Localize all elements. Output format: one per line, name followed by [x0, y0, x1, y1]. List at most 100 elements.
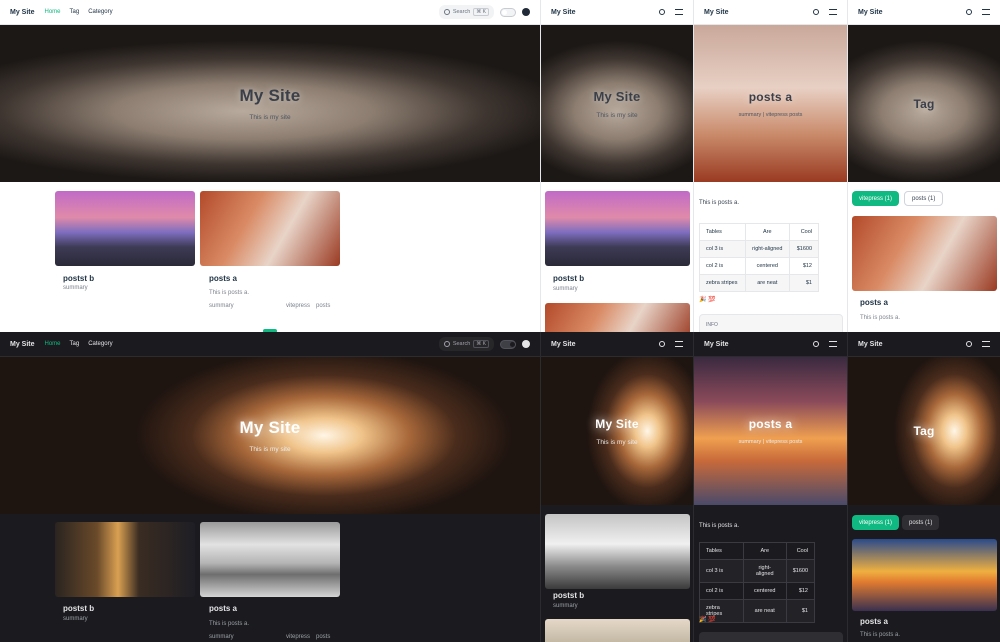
menu-icon[interactable] — [982, 8, 990, 16]
hero-banner: My Site This is my site — [0, 357, 540, 514]
post-b-thumbnail[interactable] — [545, 191, 690, 266]
post-a-thumbnail[interactable] — [200, 191, 340, 266]
search-shortcut: ⌘ K — [473, 340, 489, 348]
desktop-home-dark: My Site Home Tag Category Search ⌘ K My … — [0, 332, 540, 642]
post-a-tag-posts[interactable]: posts — [316, 303, 330, 309]
hero-banner: My Site This is my site — [541, 25, 693, 182]
table-header: Are — [742, 542, 787, 560]
table-row: col 2 is centered $12 — [699, 582, 816, 600]
post-a-thumbnail[interactable] — [545, 303, 690, 332]
top-nav: My Site — [848, 0, 1000, 25]
nav-category[interactable]: Category — [88, 341, 112, 347]
tag-title: Tag — [913, 424, 935, 438]
search-icon[interactable] — [659, 9, 665, 15]
tag-filter-posts[interactable]: posts (1) — [902, 515, 940, 530]
hero-subtitle: This is my site — [249, 114, 291, 121]
search-icon[interactable] — [813, 341, 819, 347]
post-meta: summary | vitepress posts — [738, 111, 803, 118]
post-b-thumbnail[interactable] — [55, 191, 195, 266]
post-a-title[interactable]: posts a — [860, 298, 888, 307]
theme-toggle[interactable] — [500, 7, 516, 17]
info-block — [699, 632, 843, 642]
nav-tag[interactable]: Tag — [70, 341, 80, 347]
post-b-summary: summary — [553, 603, 578, 609]
post-b-thumbnail[interactable] — [545, 514, 690, 589]
info-block: INFO — [699, 314, 843, 332]
post-a-tag-posts[interactable]: posts — [316, 634, 330, 640]
post-a-thumbnail[interactable] — [852, 539, 997, 611]
post-a-body: This is posts a. — [860, 315, 901, 321]
site-brand[interactable]: My Site — [704, 341, 729, 348]
post-b-title[interactable]: postst b — [63, 274, 94, 283]
post-a-tag-vitepress[interactable]: vitepress — [286, 303, 310, 309]
github-icon[interactable] — [522, 8, 530, 16]
post-b-title[interactable]: postst b — [553, 274, 584, 283]
nav-category[interactable]: Category — [88, 9, 112, 15]
post-b-title[interactable]: postst b — [553, 591, 584, 600]
site-brand[interactable]: My Site — [551, 341, 576, 348]
table-row: col 3 is right-aligned $1600 — [699, 559, 816, 583]
menu-icon[interactable] — [982, 340, 990, 348]
menu-icon[interactable] — [829, 8, 837, 16]
search-button[interactable]: Search ⌘ K — [438, 5, 494, 19]
theme-toggle[interactable] — [500, 339, 516, 349]
post-b-summary: summary — [63, 285, 88, 291]
post-a-tag-vitepress[interactable]: vitepress — [286, 634, 310, 640]
site-brand[interactable]: My Site — [10, 341, 35, 348]
nav-tag[interactable]: Tag — [70, 9, 80, 15]
hero-subtitle: This is my site — [596, 438, 638, 446]
post-a-summary: summary — [209, 634, 234, 640]
search-icon[interactable] — [966, 9, 972, 15]
desktop-home-light: My Site Home Tag Category Search ⌘ K My … — [0, 0, 540, 332]
post-title: posts a — [748, 417, 793, 431]
search-icon[interactable] — [966, 341, 972, 347]
nav-home[interactable]: Home — [45, 9, 61, 15]
search-shortcut: ⌘ K — [473, 8, 489, 16]
post-a-body: This is posts a. — [209, 290, 250, 296]
menu-icon[interactable] — [675, 8, 683, 16]
post-title: posts a — [748, 89, 793, 104]
post-a-thumbnail[interactable] — [200, 522, 340, 597]
mobile-tag-light: My Site Tag vitepress (1) posts (1) post… — [847, 0, 1000, 332]
hero-subtitle: This is my site — [249, 446, 291, 453]
hero-subtitle: This is my site — [596, 111, 638, 119]
menu-icon[interactable] — [829, 340, 837, 348]
post-a-body: This is posts a. — [860, 632, 901, 638]
hero-title: My Site — [593, 88, 641, 104]
nav-home[interactable]: Home — [45, 341, 61, 347]
top-nav: My Site — [541, 332, 693, 357]
tag-filter-vitepress[interactable]: vitepress (1) — [852, 191, 900, 206]
github-icon[interactable] — [522, 340, 530, 348]
menu-icon[interactable] — [675, 340, 683, 348]
mobile-post-light: My Site posts a summary | vitepress post… — [693, 0, 847, 332]
post-b-title[interactable]: postst b — [63, 604, 94, 613]
post-intro: This is posts a. — [699, 200, 740, 206]
post-b-thumbnail[interactable] — [55, 522, 195, 597]
tag-filter-posts[interactable]: posts (1) — [904, 191, 944, 206]
site-brand[interactable]: My Site — [704, 9, 729, 16]
search-icon[interactable] — [659, 341, 665, 347]
search-button[interactable]: Search ⌘ K — [438, 337, 494, 351]
table-row: col 3 is right-aligned $1600 — [699, 240, 820, 258]
table-header: Tables — [699, 223, 746, 241]
post-a-title[interactable]: posts a — [209, 274, 237, 283]
post-hero: posts a summary | vitepress posts — [694, 357, 847, 505]
post-b-summary: summary — [63, 616, 88, 622]
hero-title: My Site — [239, 86, 301, 105]
site-brand[interactable]: My Site — [551, 9, 576, 16]
table-row: col 2 is centered $12 — [699, 257, 820, 275]
site-brand[interactable]: My Site — [10, 9, 35, 16]
post-a-thumbnail[interactable] — [545, 619, 690, 642]
mobile-home-light: My Site My Site This is my site postst b… — [540, 0, 693, 332]
table-row: zebra stripes are neat $1 — [699, 274, 820, 292]
tag-filter-vitepress[interactable]: vitepress (1) — [852, 515, 900, 530]
site-brand[interactable]: My Site — [858, 341, 883, 348]
post-a-thumbnail[interactable] — [852, 216, 997, 291]
post-a-title[interactable]: posts a — [860, 617, 888, 626]
search-icon[interactable] — [813, 9, 819, 15]
post-a-title[interactable]: posts a — [209, 604, 237, 613]
site-brand[interactable]: My Site — [858, 9, 883, 16]
search-label: Search — [452, 341, 471, 347]
top-nav: My Site — [694, 0, 847, 25]
mobile-tag-dark: My Site Tag vitepress (1) posts (1) post… — [847, 332, 1000, 642]
